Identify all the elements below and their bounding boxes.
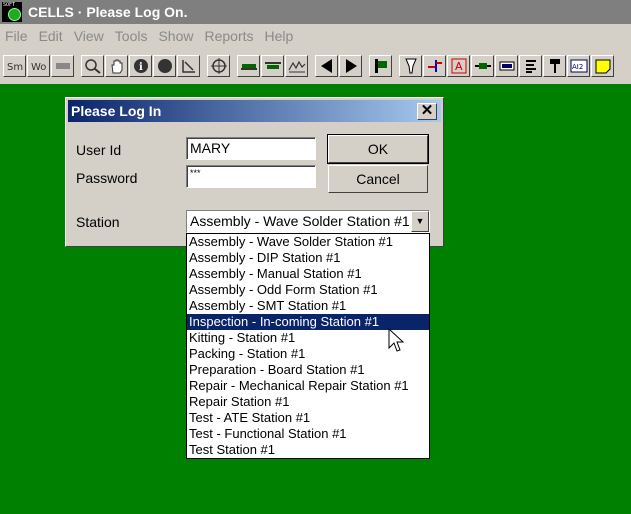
wo-icon[interactable]: Wo [27, 55, 50, 77]
note-icon[interactable] [591, 55, 614, 77]
blank-icon[interactable] [51, 55, 74, 77]
target-icon[interactable] [207, 55, 230, 77]
zoom-icon[interactable] [81, 55, 104, 77]
station-option[interactable]: Preparation - Board Station #1 [187, 362, 429, 378]
dialog-titlebar[interactable]: Please Log In ✕ [68, 100, 441, 122]
list-icon[interactable] [519, 55, 542, 77]
menu-help[interactable]: Help [260, 28, 300, 44]
circle-icon[interactable] [153, 55, 176, 77]
right-arrow-icon[interactable] [339, 55, 362, 77]
userid-field[interactable]: MARY [186, 137, 316, 160]
hand-icon[interactable] [105, 55, 128, 77]
sm-icon[interactable]: Sm [3, 55, 26, 77]
app-logo-icon: SOFT [2, 2, 22, 22]
mouse-cursor-icon [388, 328, 404, 352]
window-title: CELLS · Please Log On. [28, 4, 188, 20]
close-icon: ✕ [420, 102, 434, 119]
toolbar: Sm Wo i A AI2 [0, 50, 631, 82]
probe-icon[interactable] [399, 55, 422, 77]
station-option[interactable]: Repair - Mechanical Repair Station #1 [187, 378, 429, 394]
station-option[interactable]: Assembly - DIP Station #1 [187, 250, 429, 266]
svg-text:i: i [139, 62, 143, 73]
svg-text:Wo: Wo [31, 62, 46, 73]
pointer-icon[interactable] [177, 55, 200, 77]
login-dialog: Please Log In ✕ User Id MARY Password **… [65, 97, 444, 247]
station-option[interactable]: Test - ATE Station #1 [187, 410, 429, 426]
menu-edit[interactable]: Edit [34, 28, 69, 44]
menu-file[interactable]: File [0, 28, 34, 44]
chart-icon[interactable] [285, 55, 308, 77]
flag-icon[interactable] [369, 55, 392, 77]
svg-text:Sm: Sm [7, 62, 23, 73]
board2-icon[interactable] [261, 55, 284, 77]
station-option[interactable]: Assembly - Manual Station #1 [187, 266, 429, 282]
menu-reports[interactable]: Reports [200, 28, 260, 44]
svg-text:A: A [455, 60, 463, 73]
menu-show[interactable]: Show [153, 28, 199, 44]
menu-view[interactable]: View [69, 28, 110, 44]
menubar: File Edit View Tools Show Reports Help [0, 24, 631, 48]
svg-text:AI2: AI2 [572, 63, 583, 71]
station-option[interactable]: Assembly - SMT Station #1 [187, 298, 429, 314]
ai2-icon[interactable]: AI2 [567, 55, 590, 77]
menu-tools[interactable]: Tools [110, 28, 154, 44]
connector-icon[interactable] [423, 55, 446, 77]
logo-ball [8, 8, 21, 21]
station-option[interactable]: Repair Station #1 [187, 394, 429, 410]
station-label: Station [76, 214, 120, 230]
component-icon[interactable] [471, 55, 494, 77]
station-select[interactable]: Assembly - Wave Solder Station #1 ▼ [186, 210, 430, 233]
dialog-title: Please Log In [71, 103, 162, 119]
dropdown-arrow-icon[interactable]: ▼ [411, 211, 429, 232]
cancel-button[interactable]: Cancel [328, 165, 428, 193]
window-titlebar[interactable]: SOFT CELLS · Please Log On. [0, 0, 631, 24]
ok-button[interactable]: OK [327, 134, 429, 164]
pin-icon[interactable] [543, 55, 566, 77]
left-arrow-icon[interactable] [315, 55, 338, 77]
letter-a-icon[interactable]: A [447, 55, 470, 77]
password-field[interactable]: *** [186, 165, 316, 188]
station-option[interactable]: Test - Functional Station #1 [187, 426, 429, 442]
userid-label: User Id [76, 142, 122, 158]
chip-icon[interactable] [495, 55, 518, 77]
info-icon[interactable]: i [129, 55, 152, 77]
station-option[interactable]: Test Station #1 [187, 442, 429, 458]
close-button[interactable]: ✕ [417, 103, 437, 120]
station-option[interactable]: Assembly - Odd Form Station #1 [187, 282, 429, 298]
station-selected-value: Assembly - Wave Solder Station #1 [190, 213, 410, 229]
board-icon[interactable] [237, 55, 260, 77]
password-label: Password [76, 170, 138, 186]
station-option[interactable]: Assembly - Wave Solder Station #1 [187, 234, 429, 250]
